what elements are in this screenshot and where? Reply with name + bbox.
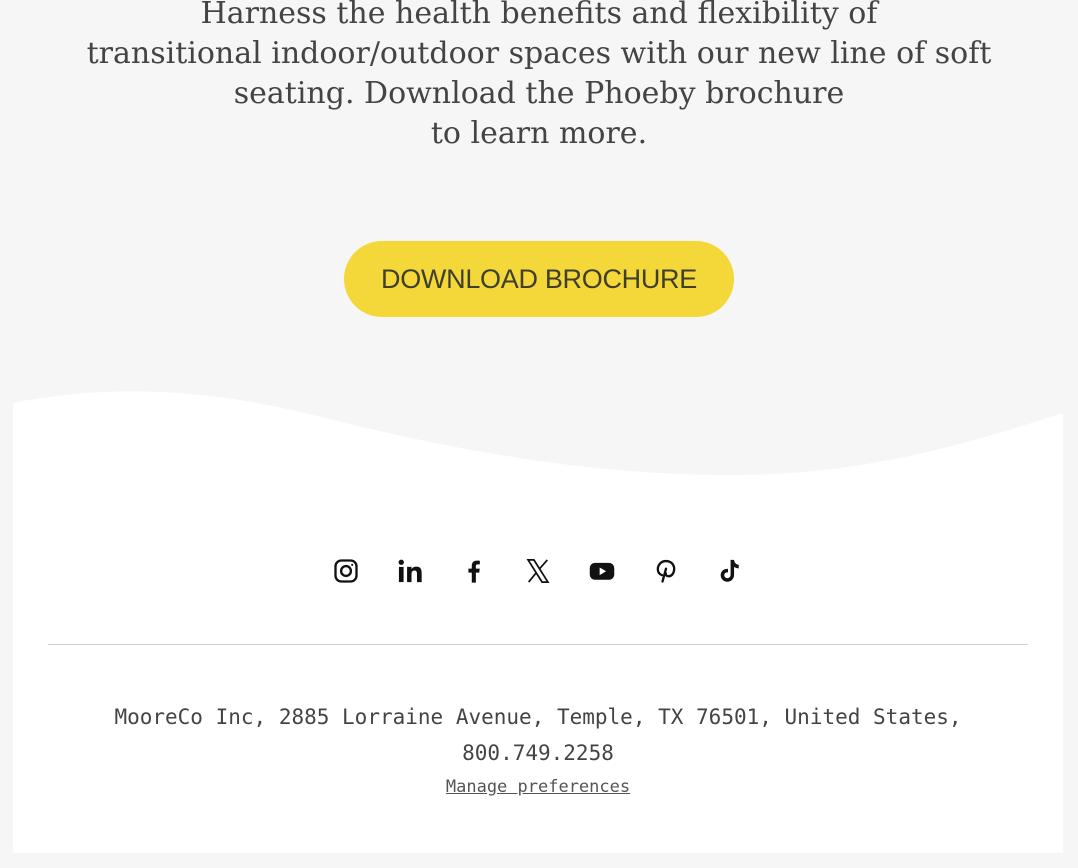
address-line: MooreCo Inc, 2885 Lorraine Avenue, Templ… xyxy=(114,705,962,729)
download-brochure-button[interactable]: DOWNLOAD BROCHURE xyxy=(344,241,734,317)
intro-line: to learn more. xyxy=(430,116,648,151)
intro-line: seating. Download the Phoeby brochure xyxy=(233,76,845,111)
pinterest-icon[interactable] xyxy=(634,555,698,587)
footer: MooreCo Inc, 2885 Lorraine Avenue, Templ… xyxy=(13,385,1063,853)
phone-number: 800.749.2258 xyxy=(462,741,614,765)
youtube-icon[interactable] xyxy=(570,555,634,587)
instagram-icon[interactable] xyxy=(314,555,378,587)
company-address: MooreCo Inc, 2885 Lorraine Avenue, Templ… xyxy=(13,699,1063,771)
tiktok-icon[interactable] xyxy=(698,555,762,587)
x-icon[interactable] xyxy=(506,555,570,587)
wave-divider xyxy=(13,385,1063,475)
preferences-container: Manage preferences xyxy=(13,777,1063,797)
facebook-icon[interactable] xyxy=(442,555,506,587)
cta-container: DOWNLOAD BROCHURE xyxy=(0,241,1078,317)
social-links xyxy=(13,555,1063,587)
intro-line: Harness the health benefits and flexibil… xyxy=(200,0,878,31)
manage-preferences-link[interactable]: Manage preferences xyxy=(446,777,630,797)
linkedin-icon[interactable] xyxy=(378,555,442,587)
intro-text: Harness the health benefits and flexibil… xyxy=(40,0,1038,154)
intro-line: transitional indoor/outdoor spaces with … xyxy=(86,36,992,71)
footer-divider xyxy=(48,644,1028,645)
